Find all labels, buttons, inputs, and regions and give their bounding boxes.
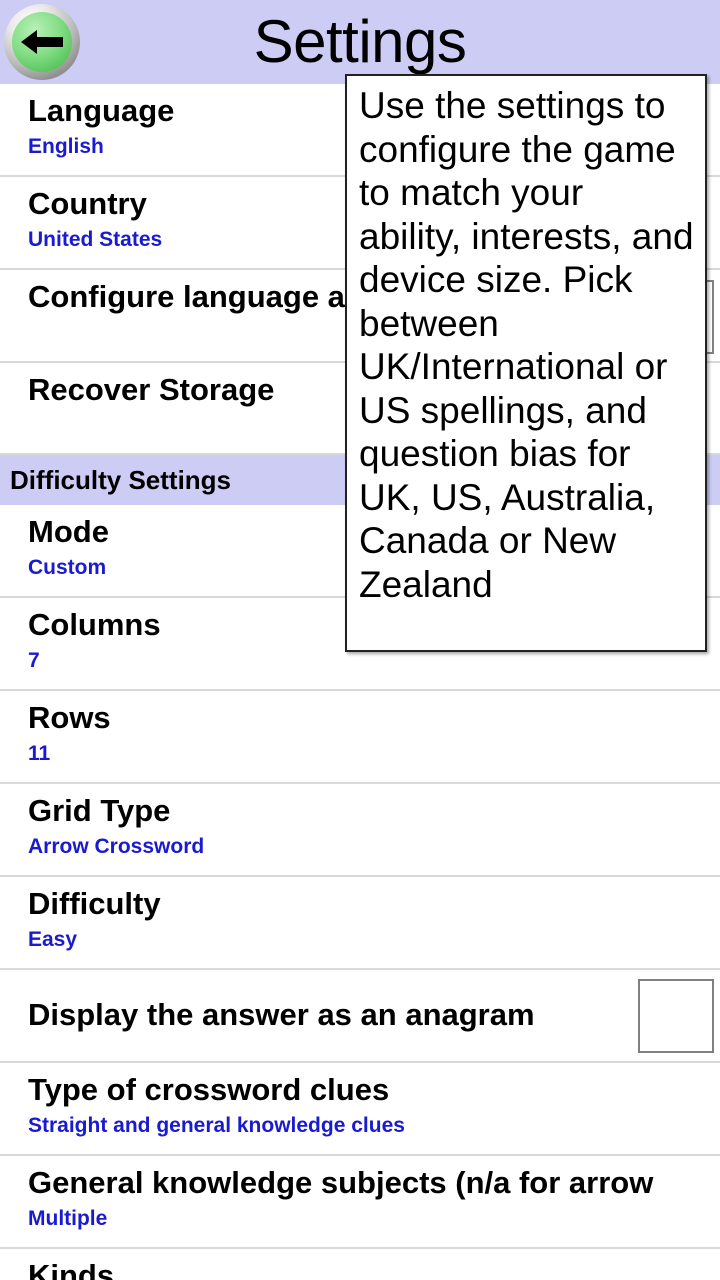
row-label: Grid Type bbox=[28, 793, 171, 828]
setting-row-general-knowledge-subjects[interactable]: General knowledge subjects (n/a for arro… bbox=[0, 1156, 720, 1249]
setting-row-display-anagram[interactable]: Display the answer as an anagram bbox=[0, 970, 720, 1063]
row-label: Kinds bbox=[28, 1258, 115, 1280]
row-label: Display the answer as an anagram bbox=[28, 997, 535, 1033]
info-tooltip-text: Use the settings to configure the game t… bbox=[359, 85, 694, 605]
row-label: Rows bbox=[28, 700, 111, 735]
row-value: Multiple bbox=[28, 1206, 108, 1230]
back-button[interactable] bbox=[4, 4, 80, 80]
display-anagram-checkbox[interactable] bbox=[638, 978, 714, 1053]
title-bar: Settings bbox=[0, 0, 720, 84]
row-label: General knowledge subjects (n/a for arro… bbox=[28, 1165, 654, 1200]
setting-row-rows[interactable]: Rows 11 bbox=[0, 691, 720, 784]
setting-row-grid-type[interactable]: Grid Type Arrow Crossword bbox=[0, 784, 720, 877]
page-title: Settings bbox=[253, 8, 467, 75]
row-label: Type of crossword clues bbox=[28, 1072, 390, 1107]
back-arrow-icon bbox=[12, 12, 72, 72]
row-value: 11 bbox=[28, 741, 51, 765]
row-label: Difficulty bbox=[28, 886, 161, 921]
settings-screen: Settings Language English Country United… bbox=[0, 0, 720, 1280]
row-value: Straight and general knowledge clues bbox=[28, 1113, 405, 1137]
row-value: Arrow Crossword bbox=[28, 834, 205, 858]
info-tooltip[interactable]: Use the settings to configure the game t… bbox=[345, 74, 707, 652]
setting-row-type-of-clues[interactable]: Type of crossword clues Straight and gen… bbox=[0, 1063, 720, 1156]
row-value: Easy bbox=[28, 927, 78, 951]
setting-row-kinds[interactable]: Kinds bbox=[0, 1249, 720, 1280]
setting-row-difficulty[interactable]: Difficulty Easy bbox=[0, 877, 720, 970]
section-header-label: Difficulty Settings bbox=[10, 464, 232, 495]
